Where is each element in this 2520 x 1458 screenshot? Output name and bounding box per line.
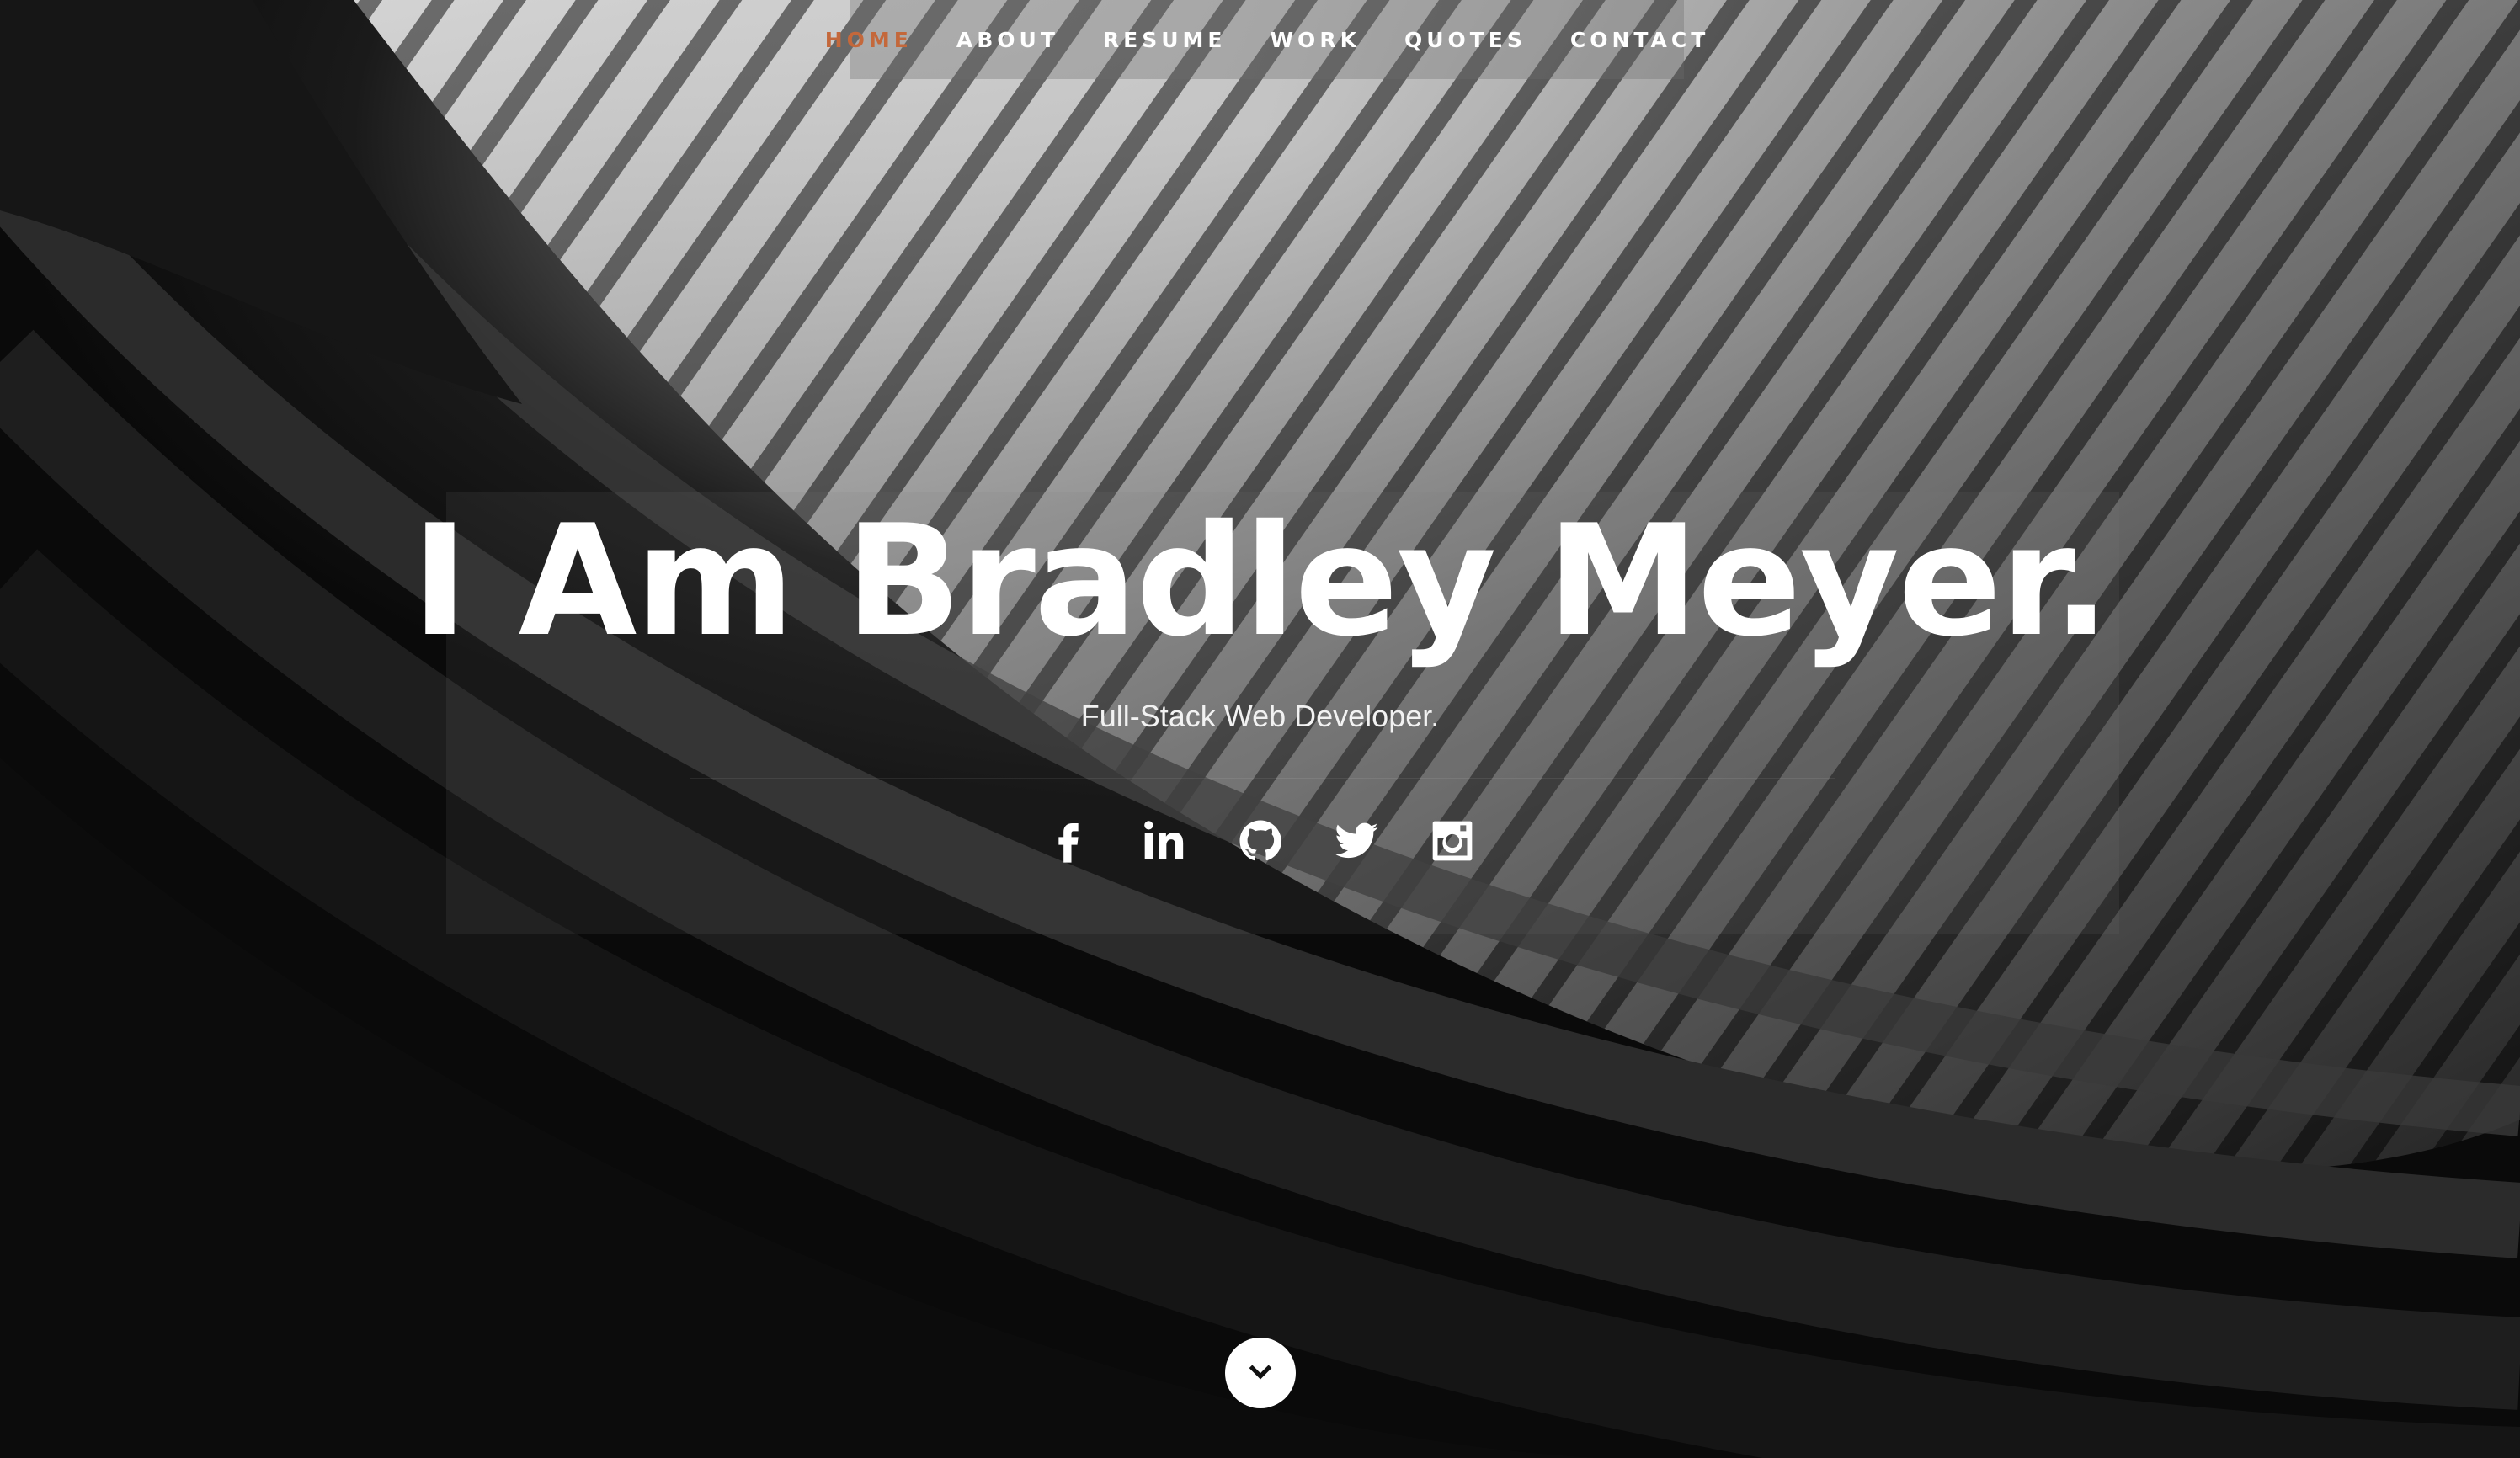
nav-contact[interactable]: CONTACT — [1548, 28, 1731, 52]
hero-section: HOME ABOUT RESUME WORK QUOTES CONTACT I … — [0, 0, 2520, 1458]
linkedin-link[interactable] — [1140, 817, 1189, 865]
instagram-icon — [1432, 821, 1472, 861]
nav-resume[interactable]: RESUME — [1081, 28, 1249, 52]
twitter-link[interactable] — [1332, 817, 1381, 865]
social-links — [0, 817, 2520, 865]
twitter-icon — [1334, 822, 1378, 859]
nav-about[interactable]: ABOUT — [935, 28, 1081, 52]
github-link[interactable] — [1236, 817, 1285, 865]
main-navigation: HOME ABOUT RESUME WORK QUOTES CONTACT — [825, 0, 1705, 79]
nav-quotes[interactable]: QUOTES — [1383, 28, 1548, 52]
nav-work[interactable]: WORK — [1248, 28, 1382, 52]
linkedin-icon — [1143, 821, 1183, 859]
page-subtitle: Full-Stack Web Developer. — [1080, 699, 1440, 733]
banner-divider — [690, 778, 1835, 779]
instagram-link[interactable] — [1428, 817, 1477, 865]
page-title: I Am Bradley Meyer. — [411, 492, 2111, 670]
nav-home[interactable]: HOME — [803, 28, 935, 52]
chevron-down-icon — [1249, 1365, 1272, 1380]
scroll-down-button[interactable] — [1225, 1338, 1296, 1408]
facebook-icon — [1058, 823, 1079, 863]
github-icon — [1239, 820, 1281, 861]
facebook-link[interactable] — [1044, 817, 1093, 865]
